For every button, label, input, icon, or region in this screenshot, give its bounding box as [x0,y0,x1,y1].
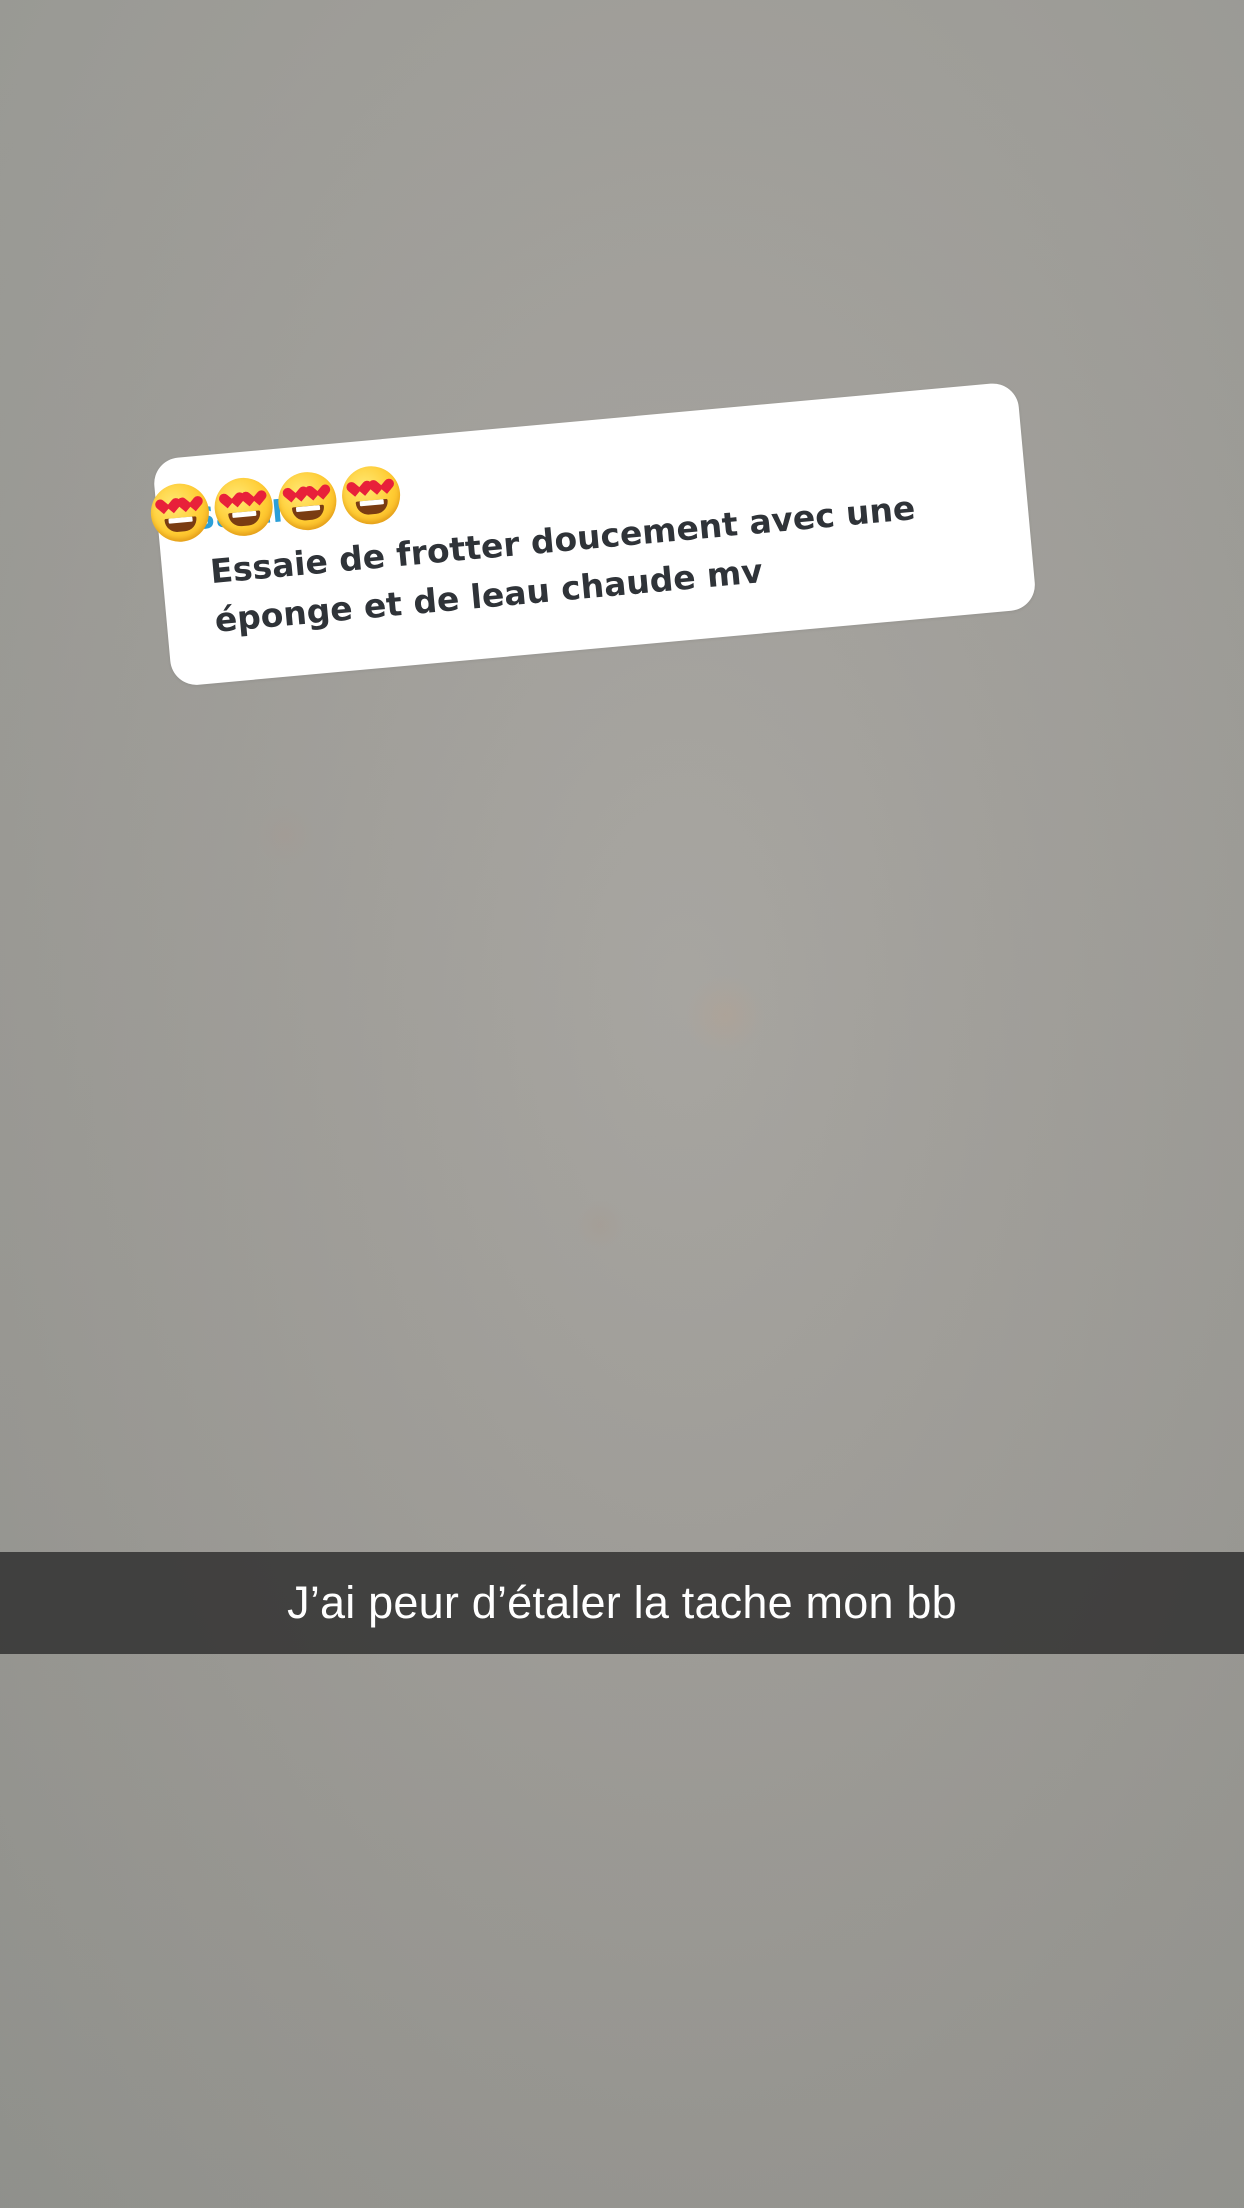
heart-eyes-emoji-icon [339,463,403,527]
heart-eyes-emoji-icon [212,475,276,539]
heart-eyes-emoji-icon [148,481,212,545]
photo-background [0,0,1244,2208]
heart-eyes-emoji-icon [275,469,339,533]
caption-text: J’ai peur d’étaler la tache mon bb [287,1577,957,1628]
reply-sticker[interactable]: Sarah Essaie de frotter doucement avec u… [148,381,1038,688]
caption-bar[interactable]: J’ai peur d’étaler la tache mon bb [0,1552,1244,1654]
